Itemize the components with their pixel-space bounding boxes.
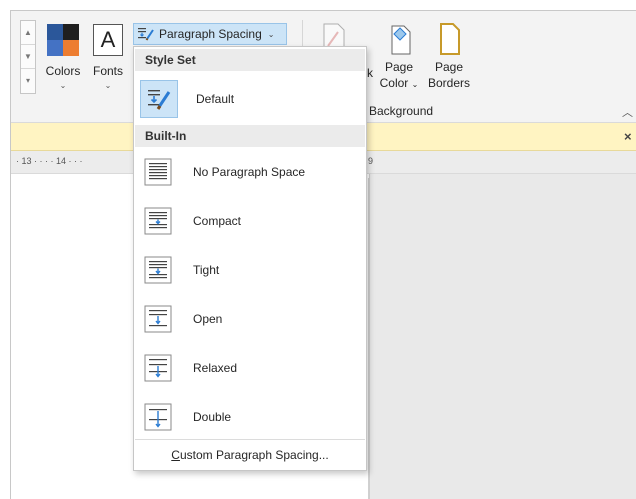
colors-icon bbox=[47, 24, 79, 56]
menu-item-label: Double bbox=[193, 410, 232, 424]
colors-button[interactable]: Colors ⌄ bbox=[42, 22, 84, 98]
gallery-more-icon[interactable]: ▾ bbox=[21, 69, 35, 92]
page-color-button[interactable]: Page Color ⌄ bbox=[376, 22, 422, 102]
fonts-icon: A bbox=[93, 24, 123, 56]
menu-item-label: No Paragraph Space bbox=[193, 165, 306, 179]
double-spacing-icon bbox=[141, 400, 175, 434]
paragraph-spacing-icon bbox=[138, 28, 154, 41]
fonts-button[interactable]: A Fonts ⌄ bbox=[88, 22, 128, 98]
page-margin-line bbox=[368, 178, 369, 499]
collapse-ribbon-icon[interactable]: ︿ bbox=[622, 104, 633, 120]
ruler-mark-right: 9 bbox=[368, 156, 374, 166]
open-spacing-icon bbox=[141, 302, 175, 336]
paragraph-spacing-menu: Style Set Default Built-In No Paragraph … bbox=[133, 46, 367, 471]
compact-spacing-icon bbox=[141, 204, 175, 238]
custom-paragraph-spacing-link[interactable]: Custom Paragraph Spacing... bbox=[135, 439, 365, 470]
menu-item-label: Default bbox=[196, 92, 235, 106]
menu-item-label: Tight bbox=[193, 263, 220, 277]
menu-item-label: Relaxed bbox=[193, 361, 238, 375]
chevron-down-icon: ⌄ bbox=[59, 81, 67, 90]
chevron-down-icon: ⌄ bbox=[267, 29, 275, 39]
default-style-icon bbox=[140, 80, 178, 118]
watermark-label-truncated: k bbox=[367, 66, 373, 80]
ruler-marks: · 13 · · · · 14 · · · bbox=[16, 156, 83, 166]
chevron-down-icon: ⌄ bbox=[104, 81, 112, 90]
paragraph-spacing-label: Paragraph Spacing bbox=[159, 27, 262, 41]
menu-item-label: Compact bbox=[193, 214, 242, 228]
menu-item-double[interactable]: Double bbox=[135, 395, 365, 439]
menu-item-open[interactable]: Open bbox=[135, 297, 365, 341]
no-paragraph-space-icon bbox=[141, 155, 175, 189]
built-in-header: Built-In bbox=[135, 125, 365, 147]
gallery-scroll-down-icon[interactable]: ▼ bbox=[21, 45, 35, 69]
page-color-label-line1: Page bbox=[384, 60, 414, 74]
menu-item-default[interactable]: Default bbox=[135, 77, 365, 121]
page-borders-button[interactable]: Page Borders bbox=[424, 22, 474, 102]
menu-item-relaxed[interactable]: Relaxed bbox=[135, 346, 365, 390]
page-color-label-line2: Color ⌄ bbox=[379, 76, 419, 90]
style-set-header: Style Set bbox=[135, 49, 365, 71]
ribbon-group-label: Background bbox=[369, 104, 434, 118]
menu-item-compact[interactable]: Compact bbox=[135, 199, 365, 243]
fonts-label: Fonts bbox=[92, 64, 123, 78]
tight-spacing-icon bbox=[141, 253, 175, 287]
gallery-scroll-up-icon[interactable]: ▲ bbox=[21, 21, 35, 45]
page-color-icon bbox=[391, 25, 411, 55]
menu-item-no-paragraph-space[interactable]: No Paragraph Space bbox=[135, 150, 365, 194]
page-borders-icon bbox=[440, 23, 460, 55]
custom-paragraph-spacing-label: ustom Paragraph Spacing... bbox=[179, 448, 329, 462]
relaxed-spacing-icon bbox=[141, 351, 175, 385]
close-icon[interactable]: × bbox=[624, 129, 632, 144]
paragraph-spacing-button[interactable]: Paragraph Spacing ⌄ bbox=[133, 23, 287, 45]
menu-item-label: Open bbox=[193, 312, 223, 326]
menu-item-tight[interactable]: Tight bbox=[135, 248, 365, 292]
colors-label: Colors bbox=[45, 64, 81, 78]
gallery-scrollbar[interactable]: ▲ ▼ ▾ bbox=[20, 20, 36, 94]
page-borders-label-line1: Page bbox=[434, 60, 464, 74]
access-key: C bbox=[171, 448, 180, 462]
page-borders-label-line2: Borders bbox=[427, 76, 471, 90]
